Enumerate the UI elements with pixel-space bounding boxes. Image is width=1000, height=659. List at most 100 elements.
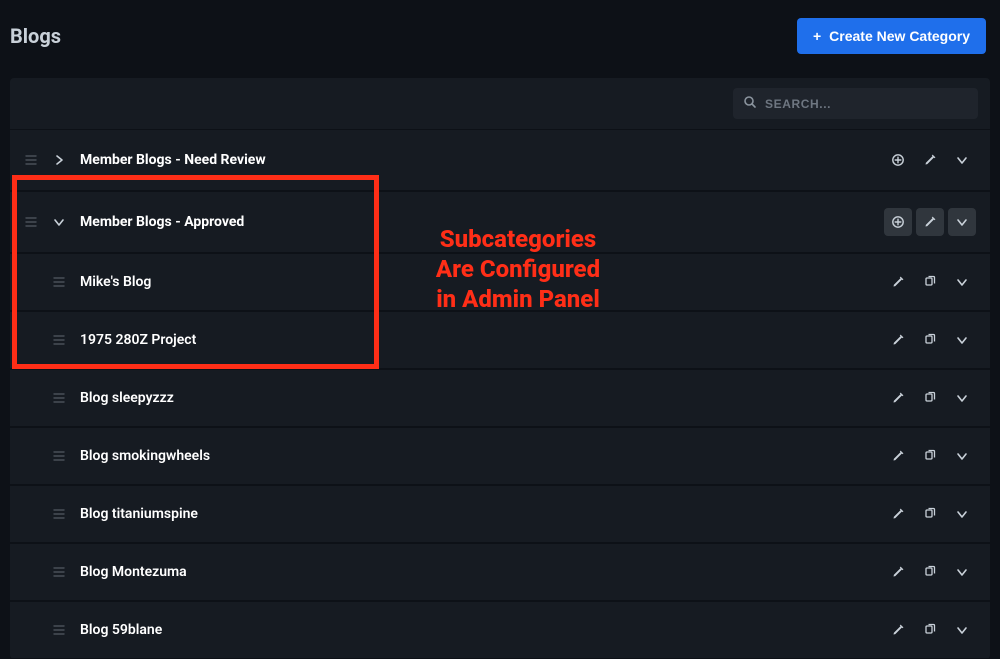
row-actions [884,500,976,528]
copy-icon [923,333,937,347]
drag-handle-icon[interactable] [24,215,38,229]
expand-toggle[interactable] [52,153,66,167]
edit-button[interactable] [884,268,912,296]
copy-button[interactable] [916,442,944,470]
drag-handle-icon[interactable] [24,153,38,167]
row-actions [884,616,976,644]
subcategory-title: 1975 280Z Project [80,332,196,348]
pencil-icon [891,449,905,463]
drag-handle-icon[interactable] [52,565,66,579]
chevron-down-icon [955,565,969,579]
drag-handle-icon[interactable] [52,275,66,289]
page-title: Blogs [10,24,61,48]
pencil-icon [923,215,937,229]
row-actions [884,384,976,412]
edit-button[interactable] [884,384,912,412]
copy-button[interactable] [916,268,944,296]
subcategory-title: Blog Montezuma [80,564,187,580]
drag-handle-icon[interactable] [52,507,66,521]
more-button[interactable] [948,208,976,236]
subcategory-row[interactable]: Blog smokingwheels [10,427,990,485]
subcategory-title: Blog titaniumspine [80,506,198,522]
copy-icon [923,565,937,579]
pencil-icon [891,565,905,579]
create-category-button[interactable]: + Create New Category [797,18,986,54]
subcategory-row[interactable]: Blog titaniumspine [10,485,990,543]
pencil-icon [891,507,905,521]
subcategory-row[interactable]: 1975 280Z Project [10,311,990,369]
page-header: Blogs + Create New Category [0,0,1000,68]
more-button[interactable] [948,268,976,296]
subcategory-title: Blog 59blane [80,622,162,638]
drag-handle-icon[interactable] [52,333,66,347]
copy-button[interactable] [916,616,944,644]
search-bar [10,78,990,129]
more-button[interactable] [948,500,976,528]
copy-button[interactable] [916,500,944,528]
chevron-down-icon [955,333,969,347]
subcategory-row[interactable]: Blog Montezuma [10,543,990,601]
copy-button[interactable] [916,326,944,354]
edit-button[interactable] [884,442,912,470]
row-actions [884,442,976,470]
add-button[interactable] [884,208,912,236]
category-title: Member Blogs - Need Review [80,152,266,168]
category-row[interactable]: Member Blogs - Need Review [10,129,990,191]
edit-button[interactable] [884,500,912,528]
search-icon [743,94,757,113]
add-button[interactable] [884,146,912,174]
plus-circle-icon [891,153,905,167]
copy-icon [923,623,937,637]
row-actions [884,558,976,586]
edit-button[interactable] [916,146,944,174]
pencil-icon [891,391,905,405]
chevron-down-icon [52,215,66,229]
edit-button[interactable] [884,616,912,644]
chevron-down-icon [955,623,969,637]
edit-button[interactable] [916,208,944,236]
row-actions [884,326,976,354]
drag-handle-icon[interactable] [52,449,66,463]
more-button[interactable] [948,616,976,644]
category-row[interactable]: Member Blogs - Approved [10,191,990,253]
edit-button[interactable] [884,326,912,354]
drag-handle-icon[interactable] [52,623,66,637]
copy-icon [923,391,937,405]
more-button[interactable] [948,384,976,412]
copy-button[interactable] [916,384,944,412]
edit-button[interactable] [884,558,912,586]
subcategory-row[interactable]: Mike's Blog [10,253,990,311]
chevron-down-icon [955,507,969,521]
pencil-icon [923,153,937,167]
copy-icon [923,507,937,521]
chevron-down-icon [955,449,969,463]
search-input[interactable] [765,97,968,111]
more-button[interactable] [948,326,976,354]
subcategory-row[interactable]: Blog 59blane [10,601,990,659]
more-button[interactable] [948,558,976,586]
copy-icon [923,449,937,463]
collapse-toggle[interactable] [52,215,66,229]
subcategory-row[interactable]: Blog sleepyzzz [10,369,990,427]
row-actions [884,268,976,296]
panel: Member Blogs - Need Review Member Blogs … [10,78,990,659]
row-actions [884,208,976,236]
row-actions [884,146,976,174]
plus-icon: + [813,28,821,44]
chevron-down-icon [955,391,969,405]
subcategory-title: Mike's Blog [80,274,151,290]
more-button[interactable] [948,442,976,470]
copy-button[interactable] [916,558,944,586]
subcategory-title: Blog smokingwheels [80,448,210,464]
pencil-icon [891,333,905,347]
more-button[interactable] [948,146,976,174]
drag-handle-icon[interactable] [52,391,66,405]
chevron-down-icon [955,275,969,289]
pencil-icon [891,275,905,289]
pencil-icon [891,623,905,637]
chevron-down-icon [955,153,969,167]
create-category-label: Create New Category [829,28,970,44]
search-input-wrap[interactable] [733,88,978,119]
chevron-right-icon [52,153,66,167]
category-title: Member Blogs - Approved [80,214,244,230]
